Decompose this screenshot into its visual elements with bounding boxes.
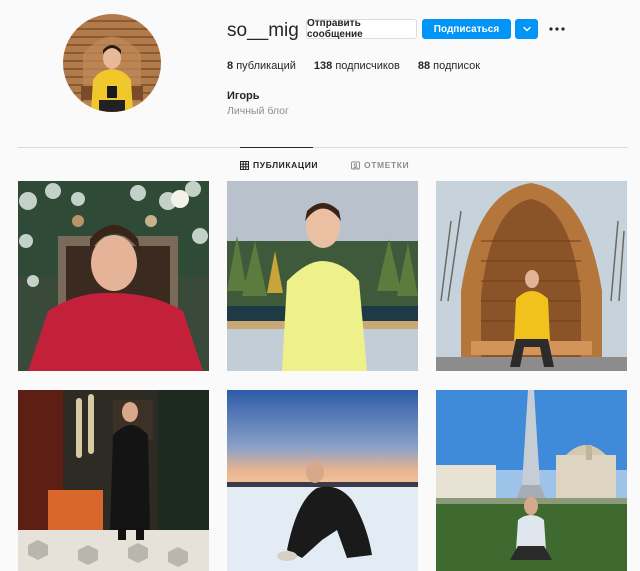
full-name: Игорь: [227, 90, 260, 102]
stat-following-label: подписок: [433, 60, 481, 72]
post-thumbnail[interactable]: [436, 181, 627, 371]
more-horizontal-icon: [549, 27, 565, 31]
tab-posts-label: ПУБЛИКАЦИИ: [253, 160, 319, 170]
stat-posts-label: публикаций: [236, 60, 296, 72]
stat-following[interactable]: 88 подписок: [418, 60, 480, 72]
username: so__mig: [227, 20, 299, 41]
stat-followers-label: подписчиков: [335, 60, 400, 72]
tab-posts[interactable]: ПУБЛИКАЦИИ: [240, 159, 318, 171]
grid-icon: [240, 160, 249, 170]
post-thumbnail[interactable]: [18, 390, 209, 571]
more-options-button[interactable]: [548, 20, 566, 38]
suggestions-dropdown-button[interactable]: [515, 19, 538, 39]
profile-stats: 8 публикаций 138 подписчиков 88 подписок: [227, 60, 498, 72]
tab-tagged[interactable]: ОТМЕТКИ: [351, 159, 409, 171]
stat-followers-count: 138: [313, 60, 333, 72]
active-tab-indicator: [240, 147, 313, 148]
stat-following-count: 88: [417, 60, 431, 72]
post-thumbnail[interactable]: [18, 181, 209, 371]
tab-tagged-label: ОТМЕТКИ: [364, 160, 410, 170]
post-thumbnail[interactable]: [227, 181, 418, 371]
post-thumbnail[interactable]: [227, 390, 418, 571]
send-message-button[interactable]: Отправить сообщение: [306, 18, 417, 40]
stat-posts: 8 публикаций: [227, 60, 296, 72]
post-thumbnail[interactable]: [436, 390, 627, 571]
tagged-icon: [351, 161, 360, 169]
avatar[interactable]: [63, 14, 161, 112]
tabs-divider: [18, 147, 628, 148]
stat-followers[interactable]: 138 подписчиков: [314, 60, 400, 72]
chevron-down-icon: [522, 26, 531, 32]
bio: Личный блог: [227, 105, 289, 117]
stat-posts-count: 8: [227, 60, 234, 72]
follow-button[interactable]: Подписаться: [422, 19, 511, 39]
